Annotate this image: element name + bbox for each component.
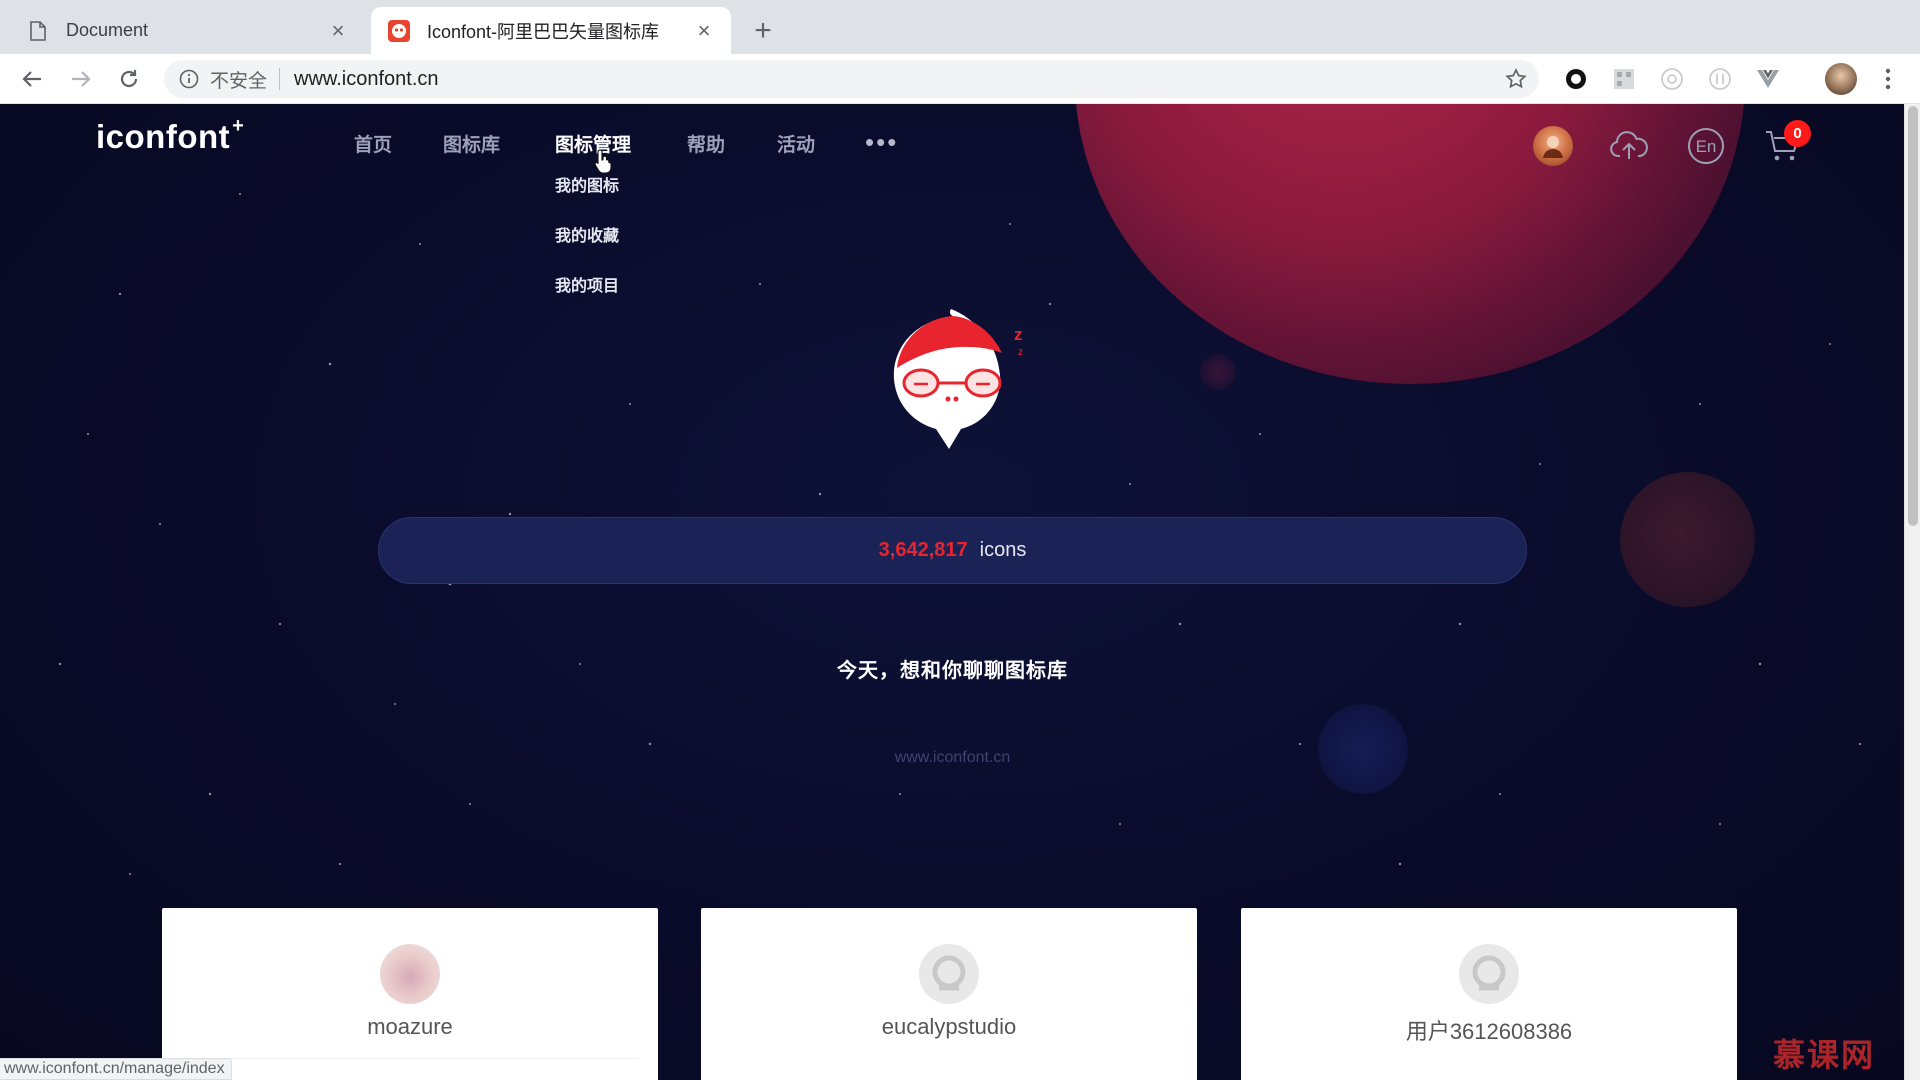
nav-icon-management[interactable]: 图标管理	[555, 130, 631, 160]
divider	[279, 68, 281, 90]
nav-home[interactable]: 首页	[354, 130, 392, 160]
forward-icon[interactable]	[66, 64, 96, 94]
browser-toolbar: 不安全 www.iconfont.cn	[0, 54, 1920, 104]
tab-strip: Document × Iconfont-阿里巴巴矢量图标库 × +	[0, 0, 1920, 54]
default-avatar-icon	[919, 944, 979, 1004]
user-name: eucalypstudio	[881, 1014, 1017, 1039]
extension-vue-icon[interactable]	[1755, 66, 1781, 92]
close-tab-icon[interactable]: ×	[327, 18, 349, 43]
address-bar[interactable]: 不安全 www.iconfont.cn	[164, 60, 1539, 98]
planet-tiny	[1200, 354, 1236, 390]
menu-item-my-favorites[interactable]: 我的收藏	[555, 224, 619, 274]
language-switch-icon[interactable]: En	[1686, 126, 1726, 166]
user-name: moazure	[367, 1014, 453, 1039]
nav-dropdown-menu: 我的图标 我的收藏 我的项目	[555, 174, 619, 324]
profile-avatar[interactable]	[1825, 63, 1857, 95]
security-label: 不安全	[210, 70, 268, 92]
tab-iconfont[interactable]: Iconfont-阿里巴巴矢量图标库 ×	[371, 7, 731, 54]
tab-document[interactable]: Document ×	[10, 7, 365, 54]
user-name: 用户3612608386	[1405, 1019, 1573, 1044]
default-avatar-icon	[1459, 944, 1519, 1004]
nav-icon-library[interactable]: 图标库	[443, 130, 500, 160]
hero-slogan: 今天，想和你聊聊图标库	[837, 660, 1068, 682]
tab-title: Iconfont-阿里巴巴矢量图标库	[427, 21, 660, 42]
nav-more-icon[interactable]: •••	[865, 129, 898, 155]
iconfont-homepage: iconfont + 首页 图标库 图标管理 帮助 活动 ••• 我的图标 我的收…	[0, 104, 1920, 1080]
scrollbar-thumb[interactable]	[1908, 106, 1918, 526]
user-card[interactable]: moazure	[162, 908, 658, 1080]
menu-item-my-projects[interactable]: 我的项目	[555, 274, 619, 324]
user-avatar-photo	[380, 944, 440, 1004]
extension-camera-icon[interactable]	[1659, 66, 1685, 92]
user-card[interactable]: eucalypstudio	[701, 908, 1197, 1080]
menu-item-my-icons[interactable]: 我的图标	[555, 174, 619, 224]
bookmark-star-icon[interactable]	[1501, 64, 1531, 94]
url-text[interactable]: www.iconfont.cn	[294, 68, 1501, 91]
back-icon[interactable]	[17, 64, 47, 94]
logo-text: iconfont	[96, 118, 231, 155]
tab-title: Document	[66, 20, 149, 40]
new-tab-icon[interactable]: +	[746, 14, 780, 48]
extension-record-icon[interactable]	[1563, 66, 1589, 92]
reload-icon[interactable]	[114, 64, 144, 94]
nav-help[interactable]: 帮助	[687, 130, 725, 160]
svg-text:z: z	[1018, 347, 1023, 358]
planet-dark	[1620, 472, 1755, 607]
hero-url-watermark: www.iconfont.cn	[894, 749, 1011, 766]
iconfont-logo[interactable]: iconfont +	[96, 115, 245, 156]
close-tab-icon[interactable]: ×	[693, 18, 715, 43]
iconfont-favicon-icon	[387, 19, 411, 43]
extension-circle-icon[interactable]	[1707, 66, 1733, 92]
page-scrollbar[interactable]	[1904, 104, 1920, 1080]
svg-text:z: z	[1014, 325, 1023, 344]
icon-count: 3,642,817	[878, 539, 968, 561]
user-avatar[interactable]	[1533, 126, 1573, 166]
nav-activity[interactable]: 活动	[777, 130, 815, 160]
hand-cursor-icon	[594, 149, 612, 174]
icon-search-bar[interactable]: 3,642,817 icons	[378, 517, 1527, 584]
menu-dots-icon[interactable]	[1875, 66, 1901, 92]
corner-watermark: 慕课网	[1773, 1037, 1876, 1073]
cart-count-badge: 0	[1784, 120, 1811, 147]
iconfont-mascot-icon: z z	[893, 309, 1023, 449]
user-card[interactable]: 用户3612608386	[1241, 908, 1737, 1080]
info-icon[interactable]	[178, 68, 200, 90]
icon-count-unit: icons	[979, 539, 1027, 561]
extension-qr-icon[interactable]	[1611, 66, 1637, 92]
status-bar-url: www.iconfont.cn/manage/index	[0, 1058, 232, 1080]
divider	[202, 1058, 638, 1059]
language-label: En	[1696, 137, 1717, 156]
document-icon	[26, 19, 50, 43]
upload-cloud-icon[interactable]	[1609, 126, 1649, 166]
logo-plus: +	[232, 115, 245, 137]
